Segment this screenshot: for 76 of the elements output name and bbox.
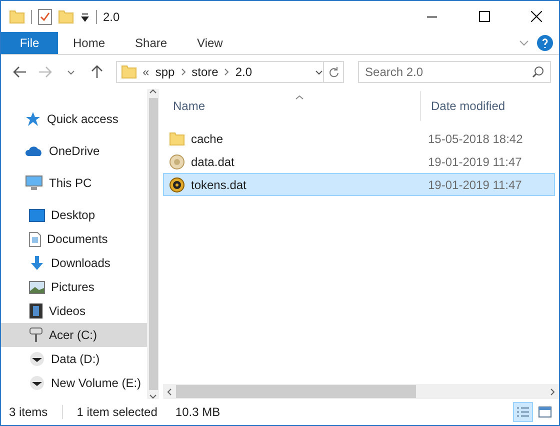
disc-icon	[169, 154, 185, 170]
scroll-left-icon[interactable]	[167, 388, 172, 396]
film-icon	[29, 303, 43, 319]
scroll-down-icon[interactable]	[149, 394, 158, 399]
vertical-scrollbar[interactable]	[147, 89, 159, 399]
maximize-icon	[478, 11, 490, 22]
drive-icon	[29, 327, 43, 343]
file-name: cache	[191, 132, 224, 146]
nav-item[interactable]: Data (D:)	[1, 347, 148, 371]
file-name: tokens.dat	[191, 178, 246, 192]
selection-size: 10.3 MB	[174, 405, 222, 419]
overflow-chevron[interactable]: «	[142, 65, 150, 79]
date-modified: 19-01-2019 11:47	[427, 178, 522, 192]
file-name: data.dat	[191, 154, 234, 168]
item-count: 3 items	[8, 405, 49, 419]
left-arrow-icon	[12, 66, 27, 78]
picture-icon	[29, 280, 45, 294]
column-header[interactable]: Date modified	[420, 91, 535, 121]
disc-icon	[29, 375, 45, 391]
horizontal-scrollbar[interactable]	[163, 384, 559, 399]
nav-item[interactable]: Pictures	[1, 275, 148, 299]
chevron-down-icon	[67, 70, 76, 74]
search-box[interactable]: Search 2.0	[358, 61, 551, 83]
right-arrow-icon	[38, 66, 52, 78]
nav-item[interactable]: Videos	[1, 299, 148, 323]
monitor-icon	[25, 175, 43, 191]
nav-item[interactable]: Quick access	[1, 107, 148, 131]
dropdown-icon[interactable]	[80, 12, 90, 22]
breadcrumb[interactable]: store	[192, 65, 218, 79]
chevron-right-icon	[180, 68, 186, 76]
scroll-up-icon[interactable]	[149, 89, 158, 94]
breadcrumb[interactable]: spp	[155, 65, 175, 79]
star-icon	[25, 111, 41, 127]
chevron-right-icon	[224, 68, 230, 76]
file-menu-button[interactable]: File	[1, 32, 58, 54]
folder-icon	[169, 132, 185, 146]
disc-icon	[29, 351, 45, 367]
breadcrumb[interactable]: 2.0	[235, 65, 252, 79]
monitor-icon	[29, 208, 45, 222]
column-header[interactable]: Name	[163, 91, 420, 121]
window-icon	[538, 406, 552, 418]
close-icon	[530, 11, 542, 22]
list-icon	[516, 406, 530, 418]
nav-item[interactable]: Downloads	[1, 251, 148, 275]
file-row[interactable]: data.dat 19-01-2019 11:47	[163, 150, 555, 173]
details-view-button[interactable]	[513, 402, 533, 422]
address-bar[interactable]: « spp store 2.0	[116, 61, 344, 83]
nav-item[interactable]: New Volume (E:)	[1, 371, 148, 395]
scroll-right-icon[interactable]	[550, 388, 555, 396]
refresh-icon	[328, 66, 340, 78]
file-row[interactable]: tokens.dat 19-01-2019 11:47	[163, 173, 555, 196]
folder-icon	[58, 10, 74, 24]
nav-item[interactable]: Documents	[1, 227, 148, 251]
window-title: 2.0	[103, 10, 120, 24]
selection-info: 1 item selected	[76, 405, 158, 419]
date-modified: 15-05-2018 18:42	[427, 132, 523, 146]
date-modified: 19-01-2019 11:47	[427, 154, 522, 168]
ribbon-tab[interactable]: Share	[120, 32, 182, 54]
up-arrow-icon	[90, 65, 103, 79]
document-icon	[29, 232, 41, 246]
down-arrow-icon	[29, 255, 45, 271]
file-row[interactable]: cache 15-05-2018 18:42	[163, 127, 555, 150]
nav-item[interactable]: This PC	[1, 171, 148, 195]
cloud-icon	[25, 145, 43, 157]
ribbon-tab[interactable]: Home	[58, 32, 120, 54]
folder-icon	[9, 10, 25, 24]
help-icon[interactable]	[537, 35, 553, 51]
checklist-icon[interactable]	[38, 8, 52, 24]
search-icon	[532, 66, 544, 78]
nav-item[interactable]: Desktop	[1, 203, 148, 227]
nav-item[interactable]: OneDrive	[1, 139, 148, 163]
nav-item[interactable]: Acer (C:)	[1, 323, 148, 347]
ribbon-tab[interactable]: View	[182, 32, 238, 54]
folder-icon	[120, 65, 137, 79]
chevron-down-icon[interactable]	[315, 70, 324, 74]
disc-icon	[169, 176, 185, 192]
